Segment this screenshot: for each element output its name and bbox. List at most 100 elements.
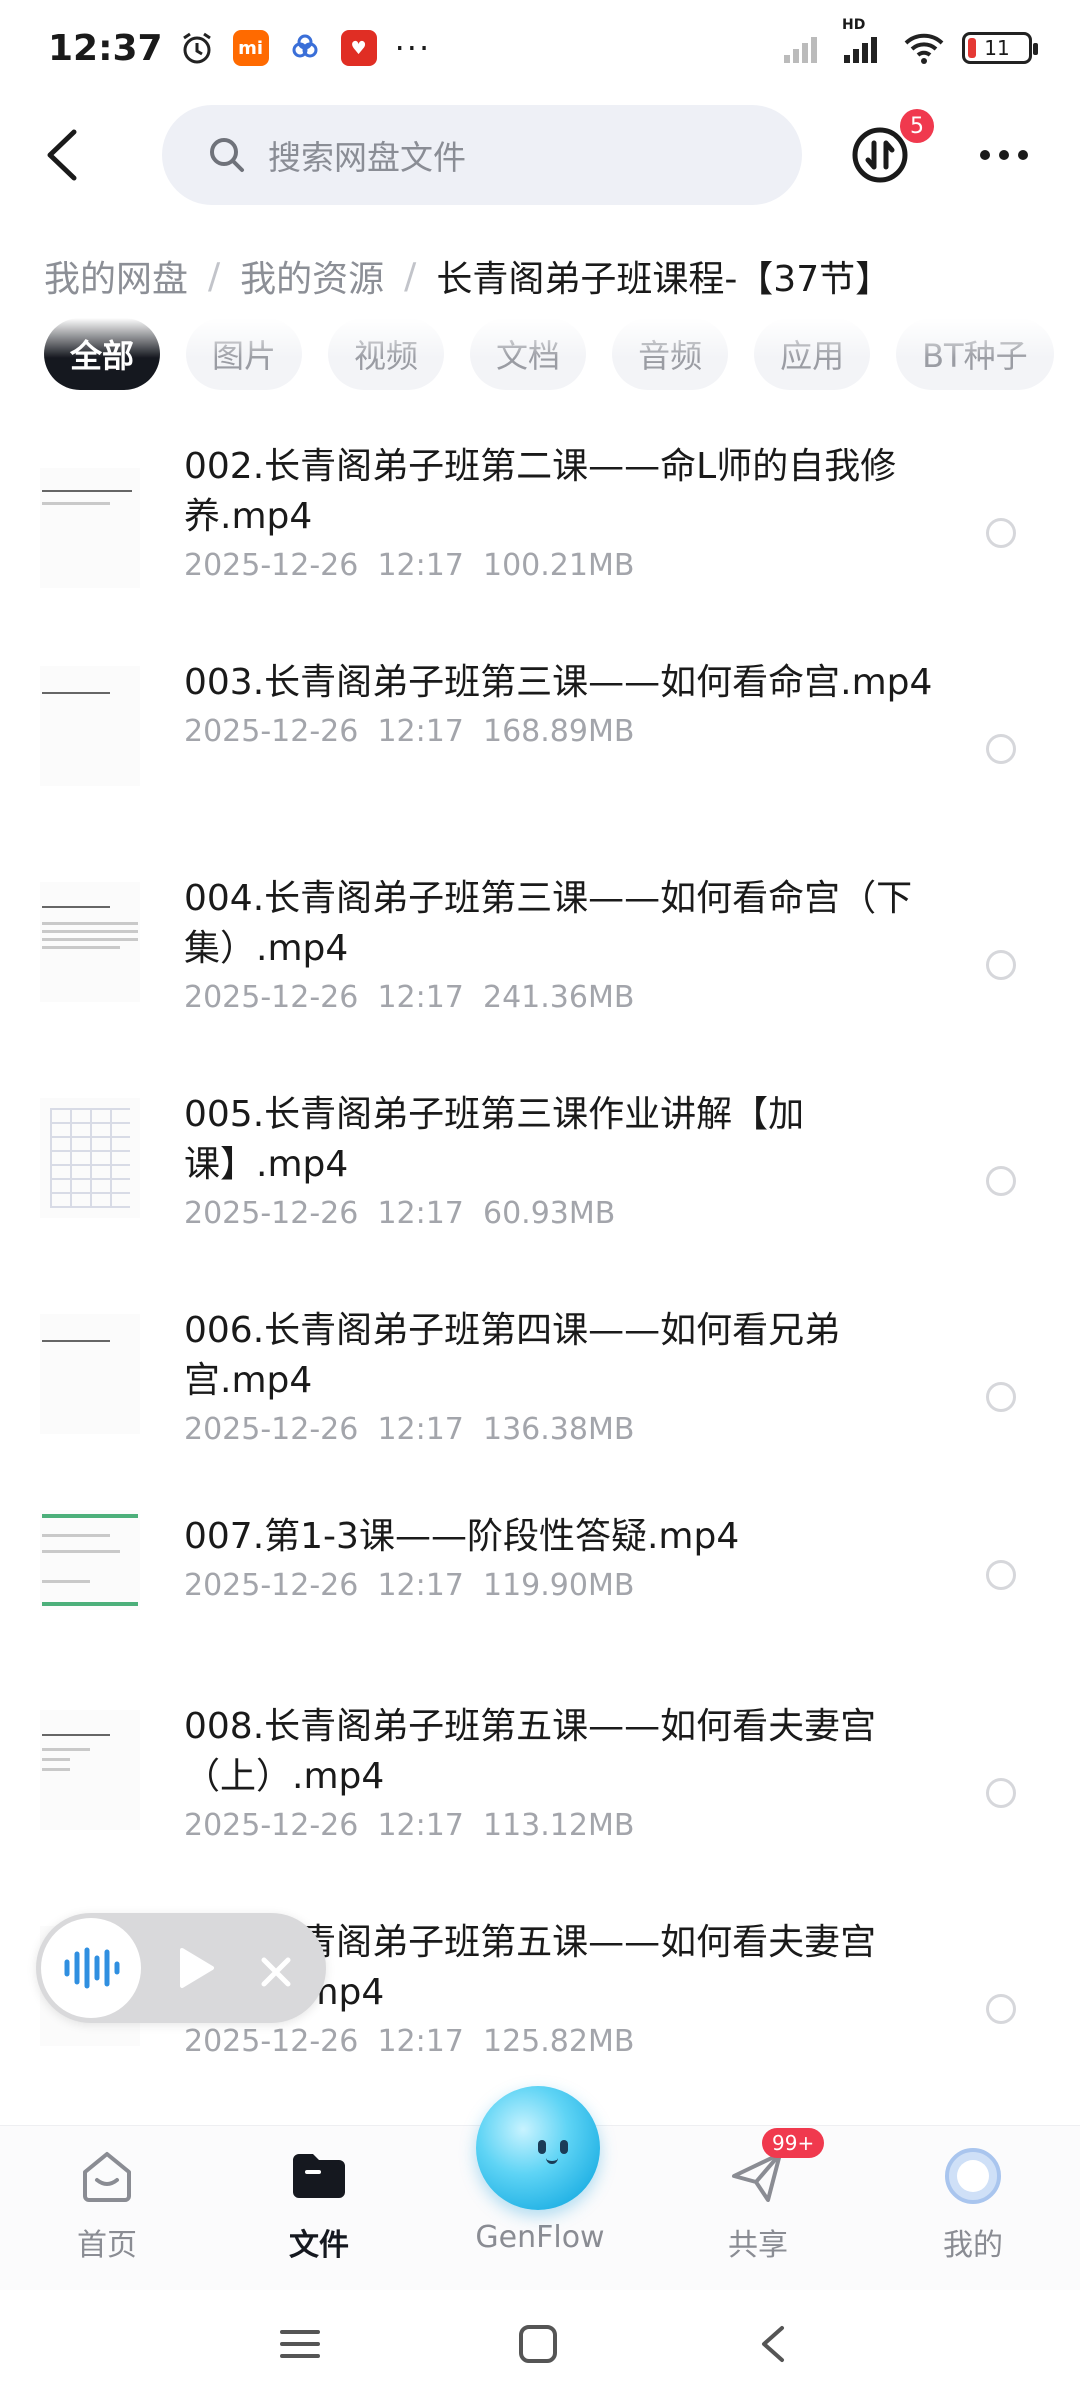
back-chevron-icon (762, 2326, 784, 2362)
file-row[interactable]: 004.长青阁弟子班第三课——如何看命宫（下集）.mp4 2025-12-26 … (0, 852, 1080, 1068)
network-label: HD (842, 17, 866, 33)
file-title: 006.长青阁弟子班第四课——如何看兄弟宫.mp4 (184, 1310, 841, 1401)
file-time: 12:17 (377, 548, 464, 583)
thumb-line (42, 1514, 138, 1518)
select-checkbox[interactable] (986, 1994, 1016, 2024)
audio-wave-icon (41, 1918, 141, 2018)
file-row[interactable]: 007.第1-3课——阶段性答疑.mp4 2025-12-26 12:17 11… (0, 1500, 1080, 1680)
close-player-button[interactable] (256, 1938, 296, 2003)
file-meta: 2025-12-26 12:17 241.36MB (184, 980, 954, 1015)
close-icon (261, 1957, 291, 1987)
nav-files[interactable]: 文件 (239, 2144, 399, 2264)
signal-hd-icon: HD (842, 17, 886, 63)
nav-share[interactable]: 99+ 共享 (678, 2128, 838, 2264)
nav-genflow-label: GenFlow (475, 2220, 605, 2255)
select-checkbox[interactable] (986, 1778, 1016, 1808)
more-notifications-icon: ··· (394, 29, 432, 67)
genflow-orb-icon[interactable] (476, 2086, 600, 2210)
file-row[interactable]: 003.长青阁弟子班第三课——如何看命宫.mp4 2025-12-26 12:1… (0, 636, 1080, 852)
floating-audio-player[interactable] (36, 1913, 326, 2023)
file-meta: 2025-12-26 12:17 60.93MB (184, 1196, 954, 1231)
orb-eye (560, 2140, 568, 2154)
file-row[interactable]: 005.长青阁弟子班第三课作业讲解【加课】.mp4 2025-12-26 12:… (0, 1068, 1080, 1284)
folder-icon (287, 2144, 351, 2208)
select-checkbox[interactable] (986, 1560, 1016, 1590)
select-checkbox[interactable] (986, 1166, 1016, 1196)
file-date: 2025-12-26 (184, 548, 359, 583)
home-square-icon (519, 2325, 557, 2363)
battery-icon: 11 (962, 32, 1038, 64)
video-thumbnail (40, 1098, 140, 1218)
file-time: 12:17 (377, 980, 464, 1015)
status-bar: 12:37 mi ♥ ··· HD 11 (0, 0, 1080, 96)
file-meta: 2025-12-26 12:17 136.38MB (184, 1412, 954, 1447)
file-info: 008.长青阁弟子班第五课——如何看夫妻宫（上）.mp4 2025-12-26 … (184, 1702, 954, 1843)
file-date: 2025-12-26 (184, 980, 359, 1015)
orb-mouth (546, 2158, 558, 2164)
nav-home[interactable]: 首页 (27, 2144, 187, 2264)
back-button[interactable] (30, 123, 94, 187)
file-row[interactable]: 002.长青阁弟子班第二课——命L师的自我修养.mp4 2025-12-26 1… (0, 420, 1080, 636)
menu-button[interactable] (280, 2324, 320, 2368)
wifi-icon (902, 31, 946, 65)
more-dot (999, 150, 1009, 160)
breadcrumb-separator: / (208, 255, 221, 297)
thumb-line (42, 946, 120, 949)
transfer-badge: 5 (900, 109, 934, 143)
file-info: 005.长青阁弟子班第三课作业讲解【加课】.mp4 2025-12-26 12:… (184, 1090, 954, 1231)
home-system-button[interactable] (518, 2324, 558, 2368)
share-icon: 99+ (726, 2128, 825, 2208)
back-system-button[interactable] (754, 2324, 794, 2368)
select-checkbox[interactable] (986, 734, 1016, 764)
file-size: 100.21MB (482, 548, 635, 583)
file-list: 002.长青阁弟子班第二课——命L师的自我修养.mp4 2025-12-26 1… (0, 420, 1080, 2112)
nav-home-label: 首页 (77, 2228, 137, 2263)
battery-level (968, 38, 976, 58)
thumb-line (42, 906, 110, 908)
video-thumbnail (40, 882, 140, 1002)
nav-profile[interactable]: 我的 (893, 2144, 1053, 2264)
file-meta: 2025-12-26 12:17 168.89MB (184, 714, 954, 749)
more-dot (1018, 150, 1028, 160)
nav-files-label: 文件 (289, 2228, 349, 2263)
file-row[interactable]: 006.长青阁弟子班第四课——如何看兄弟宫.mp4 2025-12-26 12:… (0, 1284, 1080, 1500)
transfer-button[interactable]: 5 (850, 109, 934, 185)
search-input[interactable]: 搜索网盘文件 (162, 105, 802, 205)
file-size: 136.38MB (482, 1412, 635, 1447)
file-info: 003.长青阁弟子班第三课——如何看命宫.mp4 2025-12-26 12:1… (184, 658, 954, 749)
file-title: 008.长青阁弟子班第五课——如何看夫妻宫（上）.mp4 (184, 1706, 877, 1797)
play-button[interactable] (176, 1946, 216, 1994)
alarm-icon (179, 30, 215, 66)
nav-share-label: 共享 (728, 2228, 788, 2263)
video-thumbnail (40, 1314, 140, 1434)
thumb-line (42, 1758, 70, 1761)
status-time: 12:37 (48, 27, 163, 69)
file-info: 006.长青阁弟子班第四课——如何看兄弟宫.mp4 2025-12-26 12:… (184, 1306, 954, 1447)
breadcrumb-root[interactable]: 我的网盘 (44, 250, 188, 302)
signal-weak-icon (782, 33, 826, 63)
thumb-line (42, 938, 138, 941)
select-checkbox[interactable] (986, 1382, 1016, 1412)
breadcrumb: 我的网盘 / 我的资源 / 长青阁弟子班课程-【37节】 (44, 250, 891, 302)
file-date: 2025-12-26 (184, 1568, 359, 1603)
thumb-line (42, 692, 110, 694)
breadcrumb-resources[interactable]: 我的资源 (240, 250, 384, 302)
file-row[interactable]: 008.长青阁弟子班第五课——如何看夫妻宫（上）.mp4 2025-12-26 … (0, 1680, 1080, 1896)
thumb-line (42, 1734, 110, 1736)
thumb-line (42, 490, 132, 492)
thumb-line (42, 1340, 110, 1342)
system-nav-bar (0, 2290, 1080, 2400)
more-dot (980, 150, 990, 160)
filters-fade (0, 318, 1080, 358)
cloud-app-icon (287, 30, 323, 66)
file-date: 2025-12-26 (184, 1412, 359, 1447)
file-title: 004.长青阁弟子班第三课——如何看命宫（下集）.mp4 (184, 878, 913, 969)
more-button[interactable] (980, 150, 1028, 160)
select-checkbox[interactable] (986, 950, 1016, 980)
notification-icons: mi ♥ ··· (179, 29, 432, 67)
select-checkbox[interactable] (986, 518, 1016, 548)
file-meta: 2025-12-26 12:17 119.90MB (184, 1568, 954, 1603)
file-time: 12:17 (377, 714, 464, 749)
video-thumbnail (40, 1510, 140, 1610)
breadcrumb-separator: / (404, 255, 417, 297)
